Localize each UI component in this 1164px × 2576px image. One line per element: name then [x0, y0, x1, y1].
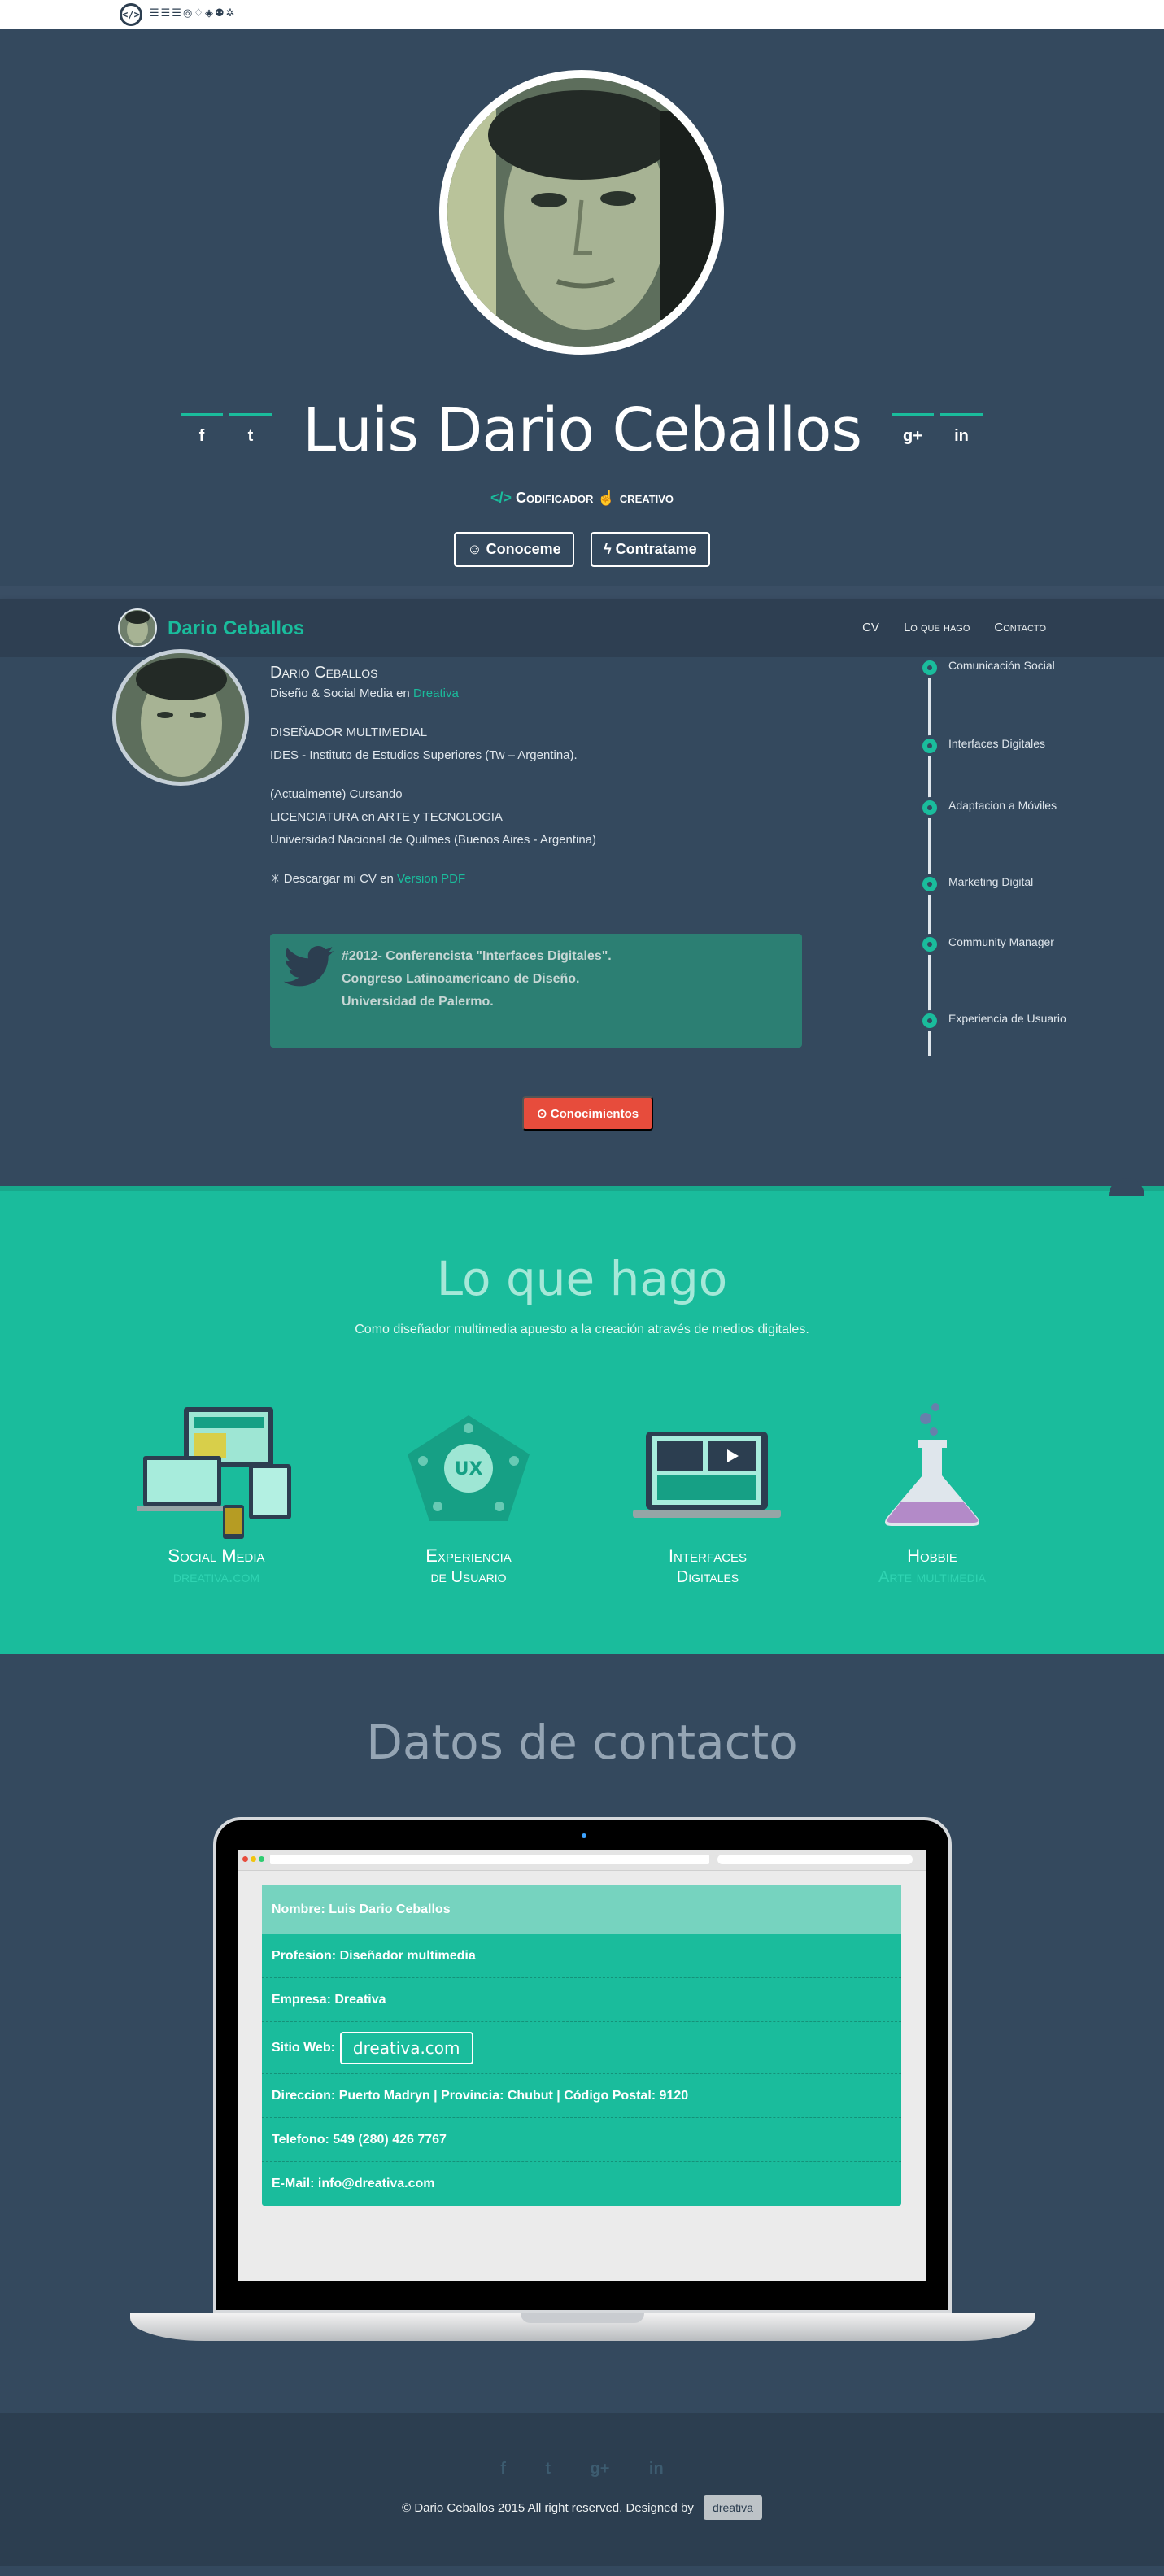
- website-button[interactable]: dreativa.com: [339, 2031, 473, 2064]
- nav-brand[interactable]: Dario Ceballos: [168, 617, 304, 640]
- laptop-screen: Nombre: Luis Dario Ceballos Profesion: D…: [238, 1850, 926, 2281]
- nav-link-contacto[interactable]: Contacto: [994, 621, 1046, 634]
- code-icon: </>: [490, 490, 512, 506]
- top-strip: </> ☰☰☰◎♢◈⚉✲: [0, 0, 1164, 29]
- about-tagline: Diseño & Social Media en Dreativa: [270, 686, 459, 700]
- laptop-illustration: [610, 1383, 805, 1545]
- about-university: Universidad Nacional de Quilmes (Buenos …: [270, 833, 597, 847]
- timeline-item: Adaptacion a Móviles: [919, 797, 1079, 818]
- timeline-dot-icon: [919, 657, 940, 678]
- dreativa-link[interactable]: Dreativa: [413, 686, 459, 700]
- contact-name: Nombre: Luis Dario Ceballos: [262, 1885, 901, 1934]
- contact-title: Datos de contacto: [366, 1715, 798, 1770]
- tweet-text: #2012- Conferencista "Interfaces Digital…: [342, 949, 612, 1009]
- nav-avatar[interactable]: [118, 608, 157, 647]
- contact-profesion: Profesion: Diseñador multimedia: [262, 1934, 901, 1978]
- services-section: Lo que hago Como diseñador multimedia ap…: [0, 1178, 1164, 1654]
- about-title: DISEÑADOR MULTIMEDIAL: [270, 726, 428, 739]
- contact-empresa: Empresa: Dreativa: [262, 1978, 901, 2022]
- pointer-hand-icon: ☝: [597, 490, 616, 506]
- ux-illustration: UX: [371, 1383, 566, 1545]
- about-section: Dario Ceballos Diseño & Social Media en …: [0, 649, 1164, 1186]
- google-plus-icon[interactable]: g+: [591, 2460, 610, 2478]
- cv-pdf-link[interactable]: Version PDF: [397, 872, 465, 886]
- service-interfaces[interactable]: Interfaces Digitales: [610, 1383, 805, 1588]
- hero-name: Luis Dario Ceballos: [302, 395, 862, 465]
- contact-card: Nombre: Luis Dario Ceballos Profesion: D…: [262, 1885, 901, 2206]
- laptop-base: [130, 2313, 1035, 2341]
- twitter-icon[interactable]: t: [545, 2460, 551, 2478]
- timeline-item: Marketing Digital: [919, 874, 1079, 895]
- about-name: Dario Ceballos: [270, 664, 378, 682]
- service-ux[interactable]: UX Experiencia de Usuario: [371, 1383, 566, 1588]
- timeline-item: Experiencia de Usuario: [919, 1010, 1079, 1031]
- nav-divider: [0, 586, 1164, 599]
- nav-link-lo-que-hago[interactable]: Lo que hago: [904, 621, 970, 634]
- nav-link-cv[interactable]: CV: [862, 621, 879, 634]
- hero-role: </> Codificador ☝ creativo: [0, 490, 1164, 507]
- timeline-dot-icon: [919, 874, 940, 895]
- laptop-mockup: Nombre: Luis Dario Ceballos Profesion: D…: [213, 1817, 952, 2313]
- tweet-card: #2012- Conferencista "Interfaces Digital…: [270, 934, 802, 1048]
- footer-social: f t g+ in: [0, 2460, 1164, 2478]
- timeline-item: Interfaces Digitales: [919, 735, 1079, 756]
- dreativa-badge[interactable]: dreativa: [704, 2495, 762, 2520]
- timeline-dot-icon: [919, 735, 940, 756]
- profile-photo: [439, 70, 724, 355]
- hero-section: f t g+ in Luis Dario Ceballos </> Codifi…: [0, 29, 1164, 586]
- linkedin-icon[interactable]: in: [649, 2460, 664, 2478]
- about-degree: LICENCIATURA en ARTE y TECNOLOGIA: [270, 810, 503, 824]
- browser-search-field[interactable]: [717, 1855, 913, 1864]
- contact-email[interactable]: E-Mail: info@dreativa.com: [262, 2162, 901, 2206]
- timeline-dot-icon: [919, 1010, 940, 1031]
- timeline-item: Comunicación Social: [919, 657, 1079, 678]
- code-logo-icon[interactable]: </>: [120, 3, 142, 26]
- copyright: © Dario Ceballos 2015 All right reserved…: [0, 2495, 1164, 2520]
- twitter-icon: [283, 946, 334, 987]
- role-word-1: Codificador: [516, 490, 594, 506]
- footer: f t g+ in © Dario Ceballos 2015 All righ…: [0, 2413, 1164, 2566]
- timeline-dot-icon: [919, 934, 940, 955]
- camera-dot: [582, 1833, 586, 1838]
- browser-bar: [238, 1850, 926, 1871]
- service-social-media[interactable]: Social Media dreativa.com: [119, 1383, 314, 1588]
- toolbar-icons: ☰☰☰◎♢◈⚉✲: [150, 7, 237, 20]
- hero-buttons: ☺ Conoceme ϟ Contratame: [0, 532, 1164, 567]
- service-hobbie[interactable]: Hobbie Arte multimedia: [835, 1383, 1030, 1588]
- contact-section: Datos de contacto Nombre: Luis Dario Ceb…: [0, 1654, 1164, 2413]
- conoceme-button[interactable]: ☺ Conoceme: [454, 532, 574, 567]
- services-subtitle: Como diseñador multimedia apuesto a la c…: [355, 1323, 809, 1336]
- facebook-icon[interactable]: f: [500, 2460, 506, 2478]
- timeline-item: Community Manager: [919, 934, 1079, 955]
- contact-telefono: Telefono: 549 (280) 426 7767: [262, 2118, 901, 2162]
- flask-illustration: [835, 1383, 1030, 1545]
- svg-text:UX: UX: [455, 1459, 483, 1480]
- about-current: (Actualmente) Cursando: [270, 787, 403, 801]
- role-word-2: creativo: [619, 490, 674, 506]
- timeline-dot-icon: [919, 797, 940, 818]
- nav-links: CV Lo que hago Contacto: [862, 621, 1046, 634]
- contact-direccion: Direccion: Puerto Madryn | Provincia: Ch…: [262, 2074, 901, 2118]
- about-institute: IDES - Instituto de Estudios Superiores …: [270, 748, 578, 762]
- about-cv: ✳ Descargar mi CV en Version PDF: [270, 872, 466, 886]
- conocimientos-button[interactable]: ⊙ Conocimientos: [522, 1096, 654, 1131]
- devices-illustration: [119, 1383, 314, 1545]
- contratame-button[interactable]: ϟ Contratame: [591, 532, 710, 567]
- contact-sitio: Sitio Web: dreativa.com: [262, 2022, 901, 2074]
- browser-url-field[interactable]: [270, 1855, 709, 1864]
- services-title: Lo que hago: [436, 1251, 728, 1306]
- about-text: Dario Ceballos Diseño & Social Media en …: [270, 664, 807, 891]
- about-photo: [112, 649, 249, 786]
- navbar: Dario Ceballos CV Lo que hago Contacto: [0, 599, 1164, 657]
